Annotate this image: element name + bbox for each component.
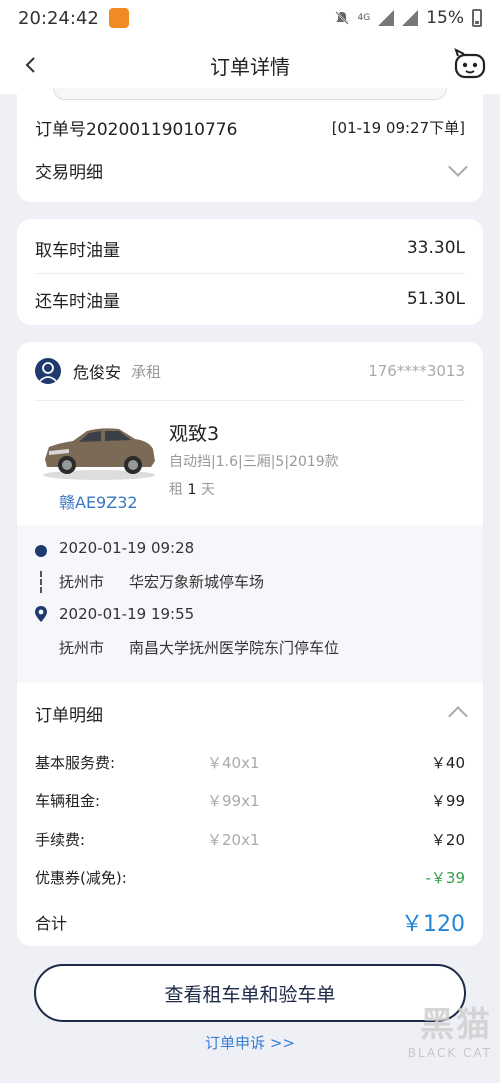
- battery-percent: 15%: [426, 8, 464, 28]
- renter-row: 危俊安 承租 176****3013: [17, 342, 483, 400]
- fee-label: 车辆租金:: [35, 792, 101, 811]
- pickup-time: 2020-01-19 09:28: [59, 539, 195, 557]
- return-fuel-row: 还车时油量 51.30L: [17, 274, 483, 324]
- user-icon: [38, 362, 58, 383]
- chevron-down-icon: [448, 157, 468, 177]
- start-dot-icon: [35, 545, 47, 557]
- return-fuel-label: 还车时油量: [35, 291, 120, 312]
- page-title: 订单详情: [210, 54, 290, 79]
- total-label: 合计: [35, 914, 68, 933]
- car-model-name: 观致3: [169, 423, 220, 445]
- avatar: [35, 358, 61, 384]
- rental-days: 租 1 天: [169, 479, 215, 499]
- fee-label: 基本服务费:: [35, 753, 116, 772]
- pickup-city: 抚州市: [59, 573, 105, 591]
- watermark-subtitle: BLACK CAT: [407, 1046, 492, 1060]
- discount-label: 优惠券(减免):: [35, 869, 127, 888]
- total-amount: ￥120: [401, 912, 465, 937]
- rental-days-prefix: 租: [169, 482, 183, 498]
- return-time: 2020-01-19 19:55: [59, 605, 195, 623]
- rental-days-value: 1: [187, 482, 197, 498]
- watermark-logo: 黑猫 BLACK CAT: [362, 997, 492, 1077]
- fee-unit-price: ￥20x1: [207, 830, 260, 849]
- status-icons: 4G 15%: [334, 8, 482, 28]
- fee-amount: ￥40: [430, 753, 465, 772]
- fee-row: 手续费: ￥20x1 ￥20: [17, 820, 483, 859]
- back-button[interactable]: [18, 50, 42, 80]
- pickup-address: 华宏万象新城停车场: [129, 573, 265, 591]
- car-info: 赣AE9Z32 观致3 自动挡|1.6|三厢|5|2019款 租 1 天: [17, 401, 483, 525]
- battery-icon: [472, 9, 482, 27]
- order-detail-title: 订单明细: [35, 705, 103, 726]
- fee-row: 基本服务费: ￥40x1 ￥40: [17, 743, 483, 782]
- order-number: 订单号20200119010776: [35, 119, 238, 140]
- fee-unit-price: ￥40x1: [207, 753, 260, 772]
- return-address: 南昌大学抚州医学院东门停车位: [129, 639, 340, 657]
- route-dash-line: [40, 571, 42, 593]
- location-pin-icon: [35, 606, 47, 622]
- order-detail-header[interactable]: 订单明细: [17, 683, 483, 743]
- fee-amount: ￥99: [430, 792, 465, 811]
- order-time: [01-19 09:27下单]: [331, 118, 465, 137]
- renter-role: 承租: [131, 362, 162, 381]
- order-info-card: 订单号20200119010776 [01-19 09:27下单] 交易明细: [17, 88, 483, 202]
- fee-unit-price: ￥99x1: [207, 792, 260, 811]
- order-number-row: 订单号20200119010776 [01-19 09:27下单]: [17, 94, 483, 142]
- return-fuel-value: 51.30L: [406, 289, 465, 309]
- total-row: 合计 ￥120: [17, 897, 483, 946]
- rental-detail-card: 危俊安 承租 176****3013 赣AE9Z32 观致3 自动挡|1.6|三…: [17, 342, 483, 946]
- car-spec: 自动挡|1.6|三厢|5|2019款: [169, 454, 339, 470]
- renter-name: 危俊安: [73, 363, 122, 382]
- trip-timeline: 2020-01-19 09:28 抚州市 华宏万象新城停车场 2020-01-1…: [17, 525, 483, 683]
- transaction-label: 交易明细: [35, 162, 103, 183]
- chevron-left-icon: [25, 57, 35, 73]
- customer-service-icon[interactable]: [452, 48, 488, 82]
- fuel-card: 取车时油量 33.30L 还车时油量 51.30L: [17, 219, 483, 325]
- discount-amount: -￥39: [425, 869, 466, 888]
- signal-icon-2: [402, 10, 419, 26]
- car-image: [43, 428, 155, 480]
- watermark-title: 黑猫: [420, 1005, 492, 1045]
- fee-amount: ￥20: [430, 830, 465, 849]
- pickup-fuel-value: 33.30L: [406, 238, 465, 258]
- fee-label: 手续费:: [35, 830, 86, 849]
- collapsed-card-peek: [53, 88, 447, 100]
- mute-bell-icon: [334, 11, 349, 25]
- network-type: 4G: [357, 13, 371, 23]
- renter-phone: 176****3013: [368, 362, 465, 380]
- status-time: 20:24:42: [18, 7, 99, 29]
- pickup-fuel-label: 取车时油量: [35, 240, 120, 261]
- transaction-detail-row[interactable]: 交易明细: [17, 142, 483, 198]
- return-city: 抚州市: [59, 639, 105, 657]
- discount-row: 优惠券(减免): -￥39: [17, 859, 483, 898]
- status-bar: 20:24:42 4G 15%: [0, 0, 500, 36]
- signal-icon: [378, 10, 395, 26]
- fee-row: 车辆租金: ￥99x1 ￥99: [17, 782, 483, 821]
- app-header: 订单详情: [0, 36, 500, 94]
- license-plate: 赣AE9Z32: [59, 493, 138, 512]
- app-notification-icon: [108, 8, 129, 28]
- rental-days-suffix: 天: [200, 482, 215, 498]
- pickup-fuel-row: 取车时油量 33.30L: [17, 223, 483, 273]
- chevron-up-icon: [448, 706, 468, 726]
